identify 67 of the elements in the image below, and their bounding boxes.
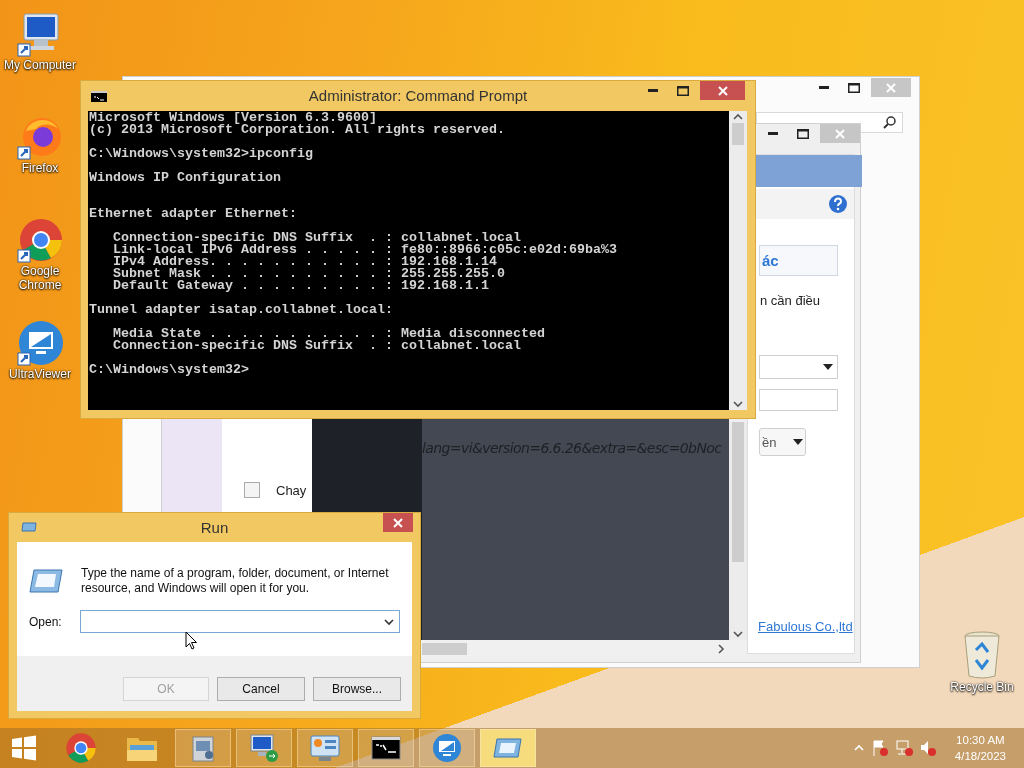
run-icon [29, 568, 63, 594]
chrome-icon [16, 216, 64, 264]
console-output: Microsoft Windows [Version 6.3.9600] (c) 2013 Microsoft Corporation. All rights reserved. C:\Windows\system32>ipconfig Windows IP Configuration Ethernet adapter Ethernet: Connection-specific DNS Suffix . : collabnet.local Link-local IPv6 Address . . . . . : fe80::8966:c05c:e02d:69ba%3 IPv4 Address. . . . . . . . . . . : 192.168.1.14 Subnet Mask . . . . . . . . . . . : 255.255.255.0 Default Gateway . . . . . . . . . : 192.168.1.1 Tunnel adapter isatap.collabnet.local: Media State . . . . . . . . . . . : Media disconnected Connection-specific DNS Suffix . : collabnet.local C:\Windows\system32> [88, 111, 729, 410]
package-icon [189, 733, 217, 763]
clock[interactable]: 10:30 AM 4/18/2023 [954, 732, 1006, 764]
window-title: Run [200, 519, 229, 536]
close-button[interactable] [700, 81, 745, 100]
open-combo-field[interactable] [80, 610, 400, 633]
dialog-button[interactable]: Cancel [217, 676, 305, 701]
clock-time: 10:30 AM [956, 733, 1005, 748]
open-label: Open: [29, 614, 63, 629]
scroll-down-icon [732, 398, 744, 410]
network-icon[interactable] [894, 739, 913, 757]
maximize-icon [848, 82, 860, 93]
chrome-icon [65, 732, 97, 764]
mouse-pointer-icon [185, 631, 198, 650]
recycle-bin-icon [962, 630, 1002, 680]
minimize-icon [819, 86, 829, 89]
maximize-icon [677, 85, 689, 96]
scrollbar-thumb[interactable] [422, 643, 467, 655]
run-icon [21, 522, 37, 532]
speaker-muted-icon[interactable] [918, 739, 937, 757]
close-icon [392, 516, 404, 529]
desktop-shortcut[interactable]: Google Chrome [0, 216, 80, 292]
vertical-scrollbar[interactable] [729, 111, 747, 410]
select-value: ền [762, 434, 777, 450]
desktop-shortcut[interactable]: Firefox [0, 113, 80, 175]
desktop-shortcut[interactable]: My Computer [0, 10, 80, 72]
select-field[interactable]: ền [759, 428, 806, 456]
window-title: Administrator: Command Prompt [308, 87, 528, 104]
help-icon[interactable] [828, 194, 848, 214]
vertical-scrollbar[interactable] [729, 422, 747, 640]
clock-date: 4/18/2023 [954, 749, 1006, 764]
checkbox-option[interactable]: Chay [244, 482, 307, 498]
scroll-down-icon [732, 628, 744, 640]
scroll-right-icon [715, 643, 727, 655]
dialog-button[interactable]: Browse... [313, 676, 401, 701]
flag-icon[interactable] [870, 739, 889, 757]
run-icon [493, 736, 523, 760]
description-text: n cần điều [760, 293, 820, 308]
terminal-icon [371, 736, 401, 760]
company-link[interactable]: Fabulous Co.,ltd [758, 619, 853, 634]
close-icon [834, 127, 846, 140]
close-button[interactable] [383, 513, 413, 532]
checkbox-label: Chay [276, 482, 307, 498]
dropdown-caret-icon [793, 439, 803, 445]
maximize-icon [797, 128, 809, 139]
desktop-shortcut[interactable]: UltraViewer [0, 319, 80, 381]
scrollbar-thumb[interactable] [732, 422, 744, 562]
action-button[interactable]: ác [759, 245, 838, 276]
minimize-icon [648, 89, 658, 92]
scrollbar-thumb[interactable] [732, 123, 744, 145]
monitor-icon [16, 319, 64, 367]
checkbox[interactable] [244, 482, 260, 498]
close-icon [885, 81, 897, 94]
input-field[interactable] [759, 389, 838, 411]
terminal-icon [91, 91, 107, 102]
search-icon [883, 116, 896, 129]
close-icon [716, 84, 729, 97]
instruction-text: Type the name of a program, folder, document, or Internet resource, and Windows will open it for you. [81, 566, 390, 596]
desktop-shortcut[interactable]: Recycle Bin [942, 630, 1022, 694]
remote-computer-icon [248, 733, 280, 763]
dropdown-field[interactable] [759, 355, 838, 379]
monitor-icon [432, 733, 462, 763]
control-panel-icon [309, 733, 341, 763]
dropdown-caret-icon [823, 364, 833, 370]
windows-logo-icon [11, 735, 37, 761]
